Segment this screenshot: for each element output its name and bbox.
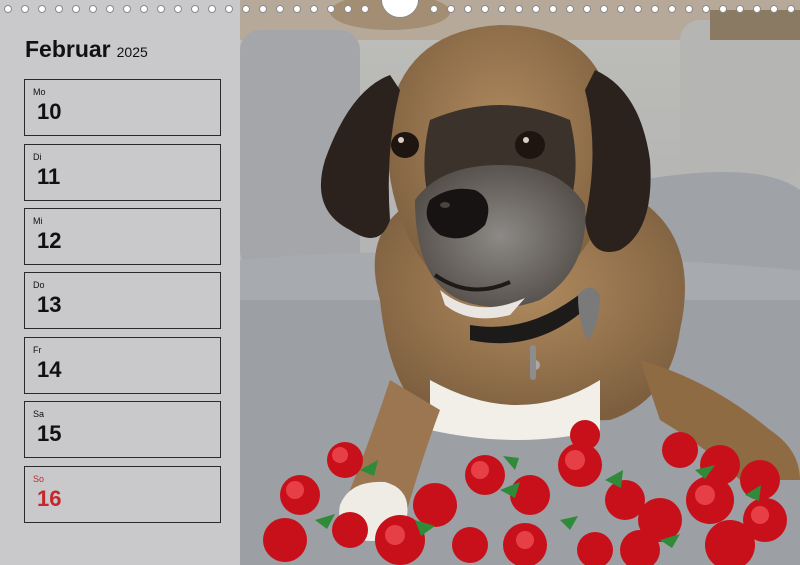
binding-hole <box>787 5 795 13</box>
binding-hole <box>191 5 199 13</box>
binding-hole <box>634 5 642 13</box>
binding-hole <box>72 5 80 13</box>
year-label: 2025 <box>116 44 148 60</box>
day-number: 15 <box>37 421 62 446</box>
month-heading: Februar 2025 <box>25 36 148 63</box>
day-cell-mo: Mo 10 <box>24 79 221 136</box>
day-number: 12 <box>37 228 62 253</box>
day-number: 14 <box>37 357 62 382</box>
binding-hole <box>532 5 540 13</box>
weekday-label: Di <box>33 152 42 162</box>
binding-hole <box>174 5 182 13</box>
day-number: 10 <box>37 99 62 124</box>
binding-hole <box>481 5 489 13</box>
binding-hole <box>651 5 659 13</box>
binding-hole <box>685 5 693 13</box>
binding-hole <box>89 5 97 13</box>
binding-hole <box>140 5 148 13</box>
binding-hole <box>55 5 63 13</box>
binding-hole <box>242 5 250 13</box>
dog-photo <box>240 0 800 565</box>
binding-hole <box>430 5 438 13</box>
binding-hole <box>464 5 472 13</box>
binding-hole <box>106 5 114 13</box>
binding-hole <box>225 5 233 13</box>
binding-hole <box>4 5 12 13</box>
binding-hole <box>498 5 506 13</box>
binding-hole <box>293 5 301 13</box>
binding-hole <box>327 5 335 13</box>
binding-hole <box>276 5 284 13</box>
binding-hole <box>259 5 267 13</box>
binding-hole <box>361 5 369 13</box>
day-number: 11 <box>37 164 61 189</box>
binding-hole <box>344 5 352 13</box>
binding-hole <box>770 5 778 13</box>
day-cell-di: Di 11 <box>24 144 221 201</box>
day-cell-fr: Fr 14 <box>24 337 221 394</box>
binding-hole <box>736 5 744 13</box>
binding-hole <box>447 5 455 13</box>
binding-hole <box>38 5 46 13</box>
day-cell-sa: Sa 15 <box>24 401 221 458</box>
binding-hole <box>549 5 557 13</box>
day-number: 16 <box>37 486 62 511</box>
binding-hole <box>21 5 29 13</box>
calendar-panel: Februar 2025 Mo 10 Di 11 Mi 12 Do 13 Fr 1… <box>0 0 240 565</box>
weekday-label: So <box>33 474 45 484</box>
binding-hole <box>617 5 625 13</box>
day-cell-mi: Mi 12 <box>24 208 221 265</box>
weekday-label: Mo <box>33 87 46 97</box>
dog-with-roses-illustration <box>240 0 800 565</box>
binding-hole <box>583 5 591 13</box>
weekday-label: Mi <box>33 216 43 226</box>
binding-hole <box>753 5 761 13</box>
month-name: Februar <box>25 36 111 62</box>
weekday-label: Sa <box>33 409 45 419</box>
binding-hole <box>566 5 574 13</box>
spiral-binding <box>0 0 800 18</box>
day-number: 13 <box>37 292 62 317</box>
binding-hole <box>157 5 165 13</box>
binding-hole <box>123 5 131 13</box>
binding-hole <box>600 5 608 13</box>
hanger-notch <box>381 0 419 18</box>
weekday-label: Fr <box>33 345 42 355</box>
binding-hole <box>515 5 523 13</box>
weekday-label: Do <box>33 280 45 290</box>
day-cell-do: Do 13 <box>24 272 221 329</box>
binding-hole <box>719 5 727 13</box>
binding-hole <box>208 5 216 13</box>
binding-hole <box>702 5 710 13</box>
binding-hole <box>310 5 318 13</box>
day-cell-so: So 16 <box>24 466 221 523</box>
binding-hole <box>668 5 676 13</box>
